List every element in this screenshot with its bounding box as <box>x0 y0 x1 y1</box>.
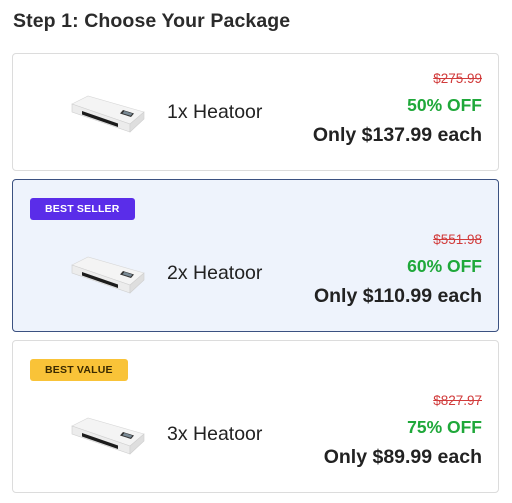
price-each: Only $110.99 each <box>313 285 482 307</box>
package-quantity-label: 1x Heatoor <box>167 101 263 123</box>
best-seller-badge: BEST SELLER <box>30 198 135 220</box>
original-price: $827.97 <box>433 393 482 408</box>
package-selector: Step 1: Choose Your Package 1x Heatoor $… <box>0 0 512 503</box>
discount-label: 50% OFF <box>407 95 482 115</box>
laminator-product-icon <box>71 95 145 133</box>
package-option-1[interactable]: 1x Heatoor $275.99 50% OFF Only $137.99 … <box>12 53 499 171</box>
original-price: $551.98 <box>433 232 482 247</box>
price-each: Only $137.99 each <box>312 124 482 146</box>
original-price: $275.99 <box>433 71 482 86</box>
laminator-product-icon <box>71 417 145 455</box>
package-option-2[interactable]: BEST SELLER 2x Heatoor $551.98 60% OFF O… <box>12 179 499 332</box>
discount-label: 75% OFF <box>407 417 482 437</box>
step-title: Step 1: Choose Your Package <box>13 10 291 32</box>
best-value-badge: BEST VALUE <box>30 359 128 381</box>
price-column: $551.98 60% OFF Only $110.99 each <box>314 231 482 308</box>
price-column: $827.97 75% OFF Only $89.99 each <box>324 392 482 469</box>
price-column: $275.99 50% OFF Only $137.99 each <box>313 70 482 147</box>
discount-label: 60% OFF <box>407 256 482 276</box>
package-quantity-label: 3x Heatoor <box>167 423 263 445</box>
price-each: Only $89.99 each <box>323 446 482 468</box>
package-option-3[interactable]: BEST VALUE 3x Heatoor $827.97 75% OFF On… <box>12 340 499 493</box>
laminator-product-icon <box>71 256 145 294</box>
package-quantity-label: 2x Heatoor <box>167 262 263 284</box>
